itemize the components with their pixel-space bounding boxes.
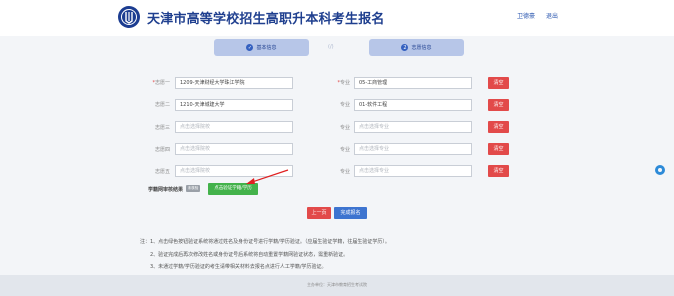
volunteer-1-clear-button[interactable]: 清空 bbox=[488, 77, 509, 89]
step-label: 志愿信息 bbox=[411, 45, 432, 51]
volunteer-4-major-label: 专业 bbox=[339, 147, 350, 153]
volunteer-5-label: 志愿五 bbox=[154, 169, 170, 175]
volunteer-5-major-label: 专业 bbox=[339, 169, 350, 175]
site-title: 天津市高等学校招生高职升本科考生报名 bbox=[147, 12, 385, 27]
volunteer-3-school-field[interactable]: 点击选择院校 bbox=[175, 121, 293, 133]
volunteer-2-clear-button[interactable]: 清空 bbox=[488, 99, 509, 111]
step-number-badge: 2 bbox=[401, 44, 409, 51]
volunteer-3-major-label: 专业 bbox=[339, 125, 350, 131]
step-basic-info[interactable]: ✓ 基本信息 bbox=[214, 39, 309, 56]
volunteer-5-major-field[interactable]: 点击选择专业 bbox=[354, 165, 472, 177]
note-line-3: 3、未通过学籍/学历验证的考生请带相关材料去报名点进行人工学籍/学历验证。 bbox=[150, 264, 327, 270]
volunteer-5-clear-button[interactable]: 清空 bbox=[488, 165, 509, 177]
footer: 主办单位：天津市教育招生考试院 bbox=[0, 275, 674, 296]
red-arrow-icon bbox=[246, 169, 289, 184]
user-name-link[interactable]: 卫德豪 bbox=[517, 11, 535, 20]
volunteer-2-major-field[interactable]: 01-软件工程 bbox=[354, 99, 472, 111]
volunteer-2-label: 志愿二 bbox=[154, 102, 170, 108]
note-line-2: 2、验证完成后再次修改姓名或身份证号后系统将自动重置学籍网验证状态，需重新验证。 bbox=[150, 252, 349, 258]
note-line-1: 注：1、点击绿色按钮验证系统将通过姓名及身份证号进行学籍/学历验证。（应届生验证… bbox=[140, 239, 390, 245]
footer-text: 主办单位：天津市教育招生考试院 bbox=[307, 282, 367, 287]
volunteer-1-school-field[interactable]: 1209-天津财经大学珠江学院 bbox=[175, 77, 293, 89]
volunteer-3-major-field[interactable]: 点击选择专业 bbox=[354, 121, 472, 133]
volunteer-1-major-field[interactable]: 05-工商管理 bbox=[354, 77, 472, 89]
logo-icon bbox=[118, 6, 140, 28]
volunteer-2-major-label: 专业 bbox=[339, 102, 350, 108]
top-header: 天津市高等学校招生高职升本科考生报名 卫德豪 退出 bbox=[0, 0, 674, 36]
volunteer-2-school-field[interactable]: 1210-天津城建大学 bbox=[175, 99, 293, 111]
volunteer-4-major-field[interactable]: 点击选择专业 bbox=[354, 143, 472, 155]
check-icon: ✓ bbox=[246, 44, 254, 51]
complete-registration-button[interactable]: 完成报名 bbox=[334, 207, 367, 219]
volunteer-4-label: 志愿四 bbox=[154, 147, 170, 153]
logout-link[interactable]: 退出 bbox=[546, 11, 558, 20]
step-volunteer-info[interactable]: 2 志愿信息 bbox=[369, 39, 464, 56]
volunteer-3-clear-button[interactable]: 清空 bbox=[488, 121, 509, 133]
step-label: 基本信息 bbox=[256, 45, 277, 51]
verification-status-badge: 未核验 bbox=[186, 185, 200, 192]
verification-result-label: 学籍网审核结果 bbox=[148, 187, 184, 193]
prev-page-button[interactable]: 上一页 bbox=[307, 207, 331, 219]
volunteer-4-school-field[interactable]: 点击选择院校 bbox=[175, 143, 293, 155]
volunteer-3-label: 志愿三 bbox=[154, 125, 170, 131]
floating-service-icon[interactable] bbox=[655, 165, 665, 175]
volunteer-1-label: *志愿一 bbox=[152, 80, 170, 86]
volunteer-1-major-label: *专业 bbox=[337, 80, 350, 86]
volunteer-4-clear-button[interactable]: 清空 bbox=[488, 143, 509, 155]
step-separator: (/) bbox=[328, 44, 334, 50]
